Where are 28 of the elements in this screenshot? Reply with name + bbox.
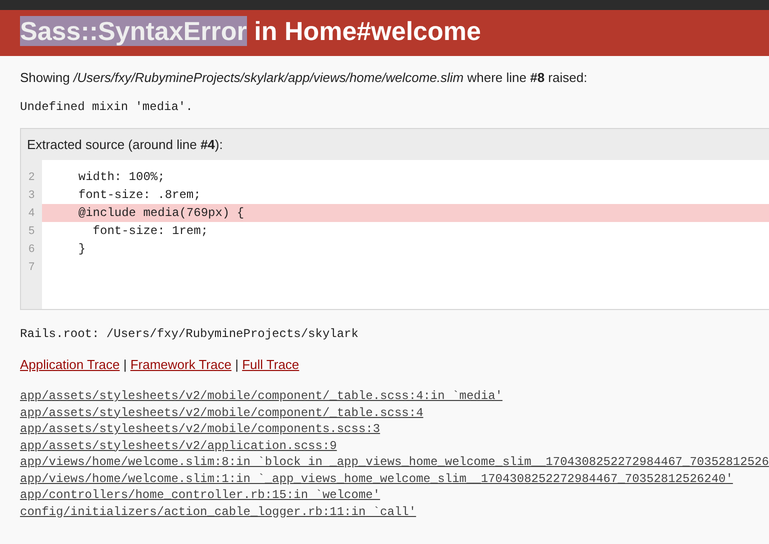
rails-root-text: Rails.root: /Users/fxy/RubymineProjects/skylark — [20, 326, 360, 342]
line-number: 4 — [27, 206, 36, 220]
error-message: Undefined mixin 'media'. — [20, 99, 194, 116]
trace-link[interactable]: app/views/home/welcome.slim:8:in `block in _app_views_home_welcome_slim__1704308252272984467_70352812526 — [20, 455, 769, 469]
code-line: font-size: .8rem; — [77, 186, 202, 204]
trace-link[interactable]: config/initializers/action_cable_logger.rb:11:in `call' — [20, 504, 416, 518]
line-number: 3 — [27, 188, 36, 202]
trace-link[interactable]: app/assets/stylesheets/v2/mobile/component/_table.scss:4:in `media' — [20, 389, 502, 403]
code-line: } — [77, 240, 87, 258]
line-number: 5 — [27, 224, 36, 238]
separator: | — [122, 356, 128, 372]
trace-link[interactable]: app/assets/stylesheets/v2/mobile/components.scss:3 — [20, 422, 380, 436]
trace-tab-link[interactable]: Full Trace — [242, 356, 300, 372]
trace-tab-link[interactable]: Framework Trace — [130, 356, 232, 372]
line-number: 7 — [27, 260, 36, 274]
trace-link[interactable]: app/controllers/home_controller.rb:15:in `welcome' — [20, 488, 380, 502]
separator: | — [234, 356, 240, 372]
source-title: Extracted source (around line #4): — [26, 136, 224, 154]
code-line: font-size: 1rem; — [92, 222, 210, 240]
trace-link[interactable]: app/assets/stylesheets/v2/mobile/component/_table.scss:4 — [20, 406, 424, 420]
code-line: width: 100%; — [77, 168, 166, 186]
error-title: Sass::SyntaxError in Home#welcome — [20, 15, 482, 48]
showing-text: Showing /Users/fxy/RubymineProjects/skylark/app/views/home/welcome.slim where line #8 raised: — [20, 70, 588, 86]
line-number: 2 — [27, 170, 36, 184]
trace-tab-link[interactable]: Application Trace — [20, 356, 120, 372]
line-number: 6 — [27, 242, 36, 256]
trace-link[interactable]: app/views/home/welcome.slim:1:in `_app_views_home_welcome_slim__1704308252272984467_70352812526240' — [20, 472, 733, 486]
trace-link[interactable]: app/assets/stylesheets/v2/application.scss:9 — [20, 438, 337, 452]
